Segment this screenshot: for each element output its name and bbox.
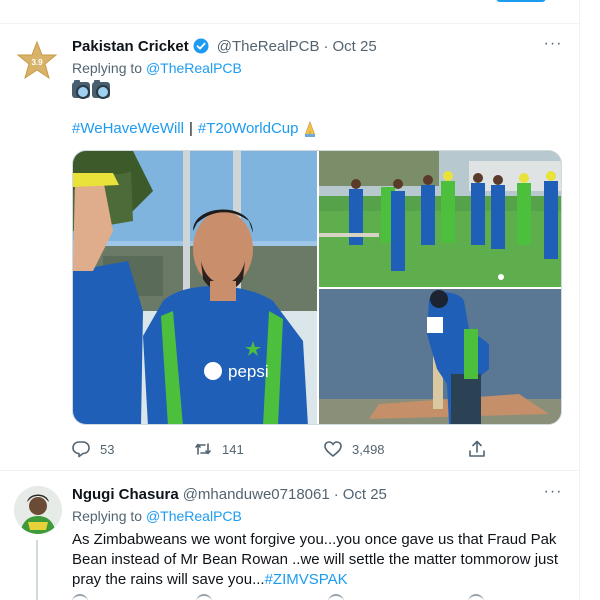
author-handle[interactable]: @mhanduwe0718061	[183, 486, 330, 503]
player-portrait-photo[interactable]: pepsi	[73, 151, 317, 425]
tweet-actions	[72, 594, 492, 600]
tweet-text: As Zimbabweans we wont forgive you...you…	[72, 530, 562, 590]
hashtag-link[interactable]: #T20WorldCup	[198, 120, 299, 137]
retweet-count: 141	[222, 441, 244, 457]
jersey-sponsor-text: pepsi	[228, 362, 269, 381]
separator-dot: ·	[333, 485, 339, 503]
like-button[interactable]: 3,498	[324, 438, 385, 460]
retweet-icon[interactable]	[196, 594, 212, 600]
replying-to: Replying to @TheRealPCB	[72, 60, 242, 76]
camera-flash-emoji-icon	[92, 80, 110, 99]
user-avatar[interactable]	[14, 486, 62, 534]
like-count: 3,498	[352, 441, 385, 457]
reply-button[interactable]: 53	[72, 438, 114, 460]
author-handle[interactable]: @TheRealPCB	[217, 38, 320, 55]
reply-icon[interactable]	[72, 594, 88, 600]
tweet-date[interactable]: Oct 25	[333, 38, 377, 55]
hashtag-link[interactable]: #WeHaveWeWill	[72, 120, 184, 137]
media-grid[interactable]: pepsi	[72, 150, 562, 425]
replying-to: Replying to @TheRealPCB	[72, 508, 242, 524]
verified-badge-icon	[193, 38, 209, 54]
reply-count: 53	[100, 441, 115, 457]
batting-practice-photo[interactable]	[319, 289, 562, 425]
share-icon[interactable]	[468, 594, 484, 600]
author-name[interactable]: Pakistan Cricket	[72, 38, 189, 55]
tweet-header: Pakistan Cricket @TheRealPCB · Oct 25	[72, 36, 564, 56]
separator-dot: ·	[323, 37, 329, 55]
pcb-star-avatar[interactable]: 3.9	[16, 40, 58, 82]
tweet-date[interactable]: Oct 25	[343, 486, 387, 503]
tweet-actions: 53 141 3,498	[72, 438, 492, 460]
heart-icon	[324, 441, 342, 457]
tweet[interactable]: Ngugi Chasura @mhanduwe0718061 · Oct 25 …	[0, 472, 580, 600]
timeline-column: 3.9 Pakistan Cricket @TheRealPCB · Oct 2…	[0, 0, 580, 600]
replying-label: Replying to	[72, 508, 143, 524]
team-warmup-photo[interactable]	[319, 151, 562, 287]
more-options-icon[interactable]: ···	[542, 34, 564, 54]
hashtag-separator: |	[188, 120, 193, 137]
thread-connector	[36, 540, 38, 600]
hashtag-line: #WeHaveWeWill | #T20WorldCup	[72, 120, 317, 137]
camera-flash-emoji-icon	[72, 80, 90, 99]
retweet-icon	[195, 443, 211, 455]
share-button[interactable]	[468, 438, 496, 460]
replying-to-handle[interactable]: @TheRealPCB	[146, 508, 242, 524]
retweet-button[interactable]: 141	[194, 438, 244, 460]
more-options-icon[interactable]: ···	[542, 482, 564, 502]
tweet-header: Ngugi Chasura @mhanduwe0718061 · Oct 25	[72, 484, 564, 504]
heart-icon[interactable]	[328, 594, 344, 600]
previous-tweet-edge	[0, 0, 580, 24]
author-name[interactable]: Ngugi Chasura	[72, 486, 179, 503]
emoji-row	[72, 80, 110, 100]
share-icon	[469, 440, 485, 457]
folded-hands-emoji-icon	[304, 120, 315, 137]
avatar-text: 3.9	[31, 58, 43, 67]
follow-button-edge[interactable]	[496, 0, 546, 2]
replying-to-handle[interactable]: @TheRealPCB	[146, 60, 242, 76]
hashtag-link[interactable]: #ZIMVSPAK	[265, 571, 348, 588]
reply-icon	[72, 441, 90, 458]
replying-label: Replying to	[72, 60, 143, 76]
tweet[interactable]: 3.9 Pakistan Cricket @TheRealPCB · Oct 2…	[0, 24, 580, 471]
